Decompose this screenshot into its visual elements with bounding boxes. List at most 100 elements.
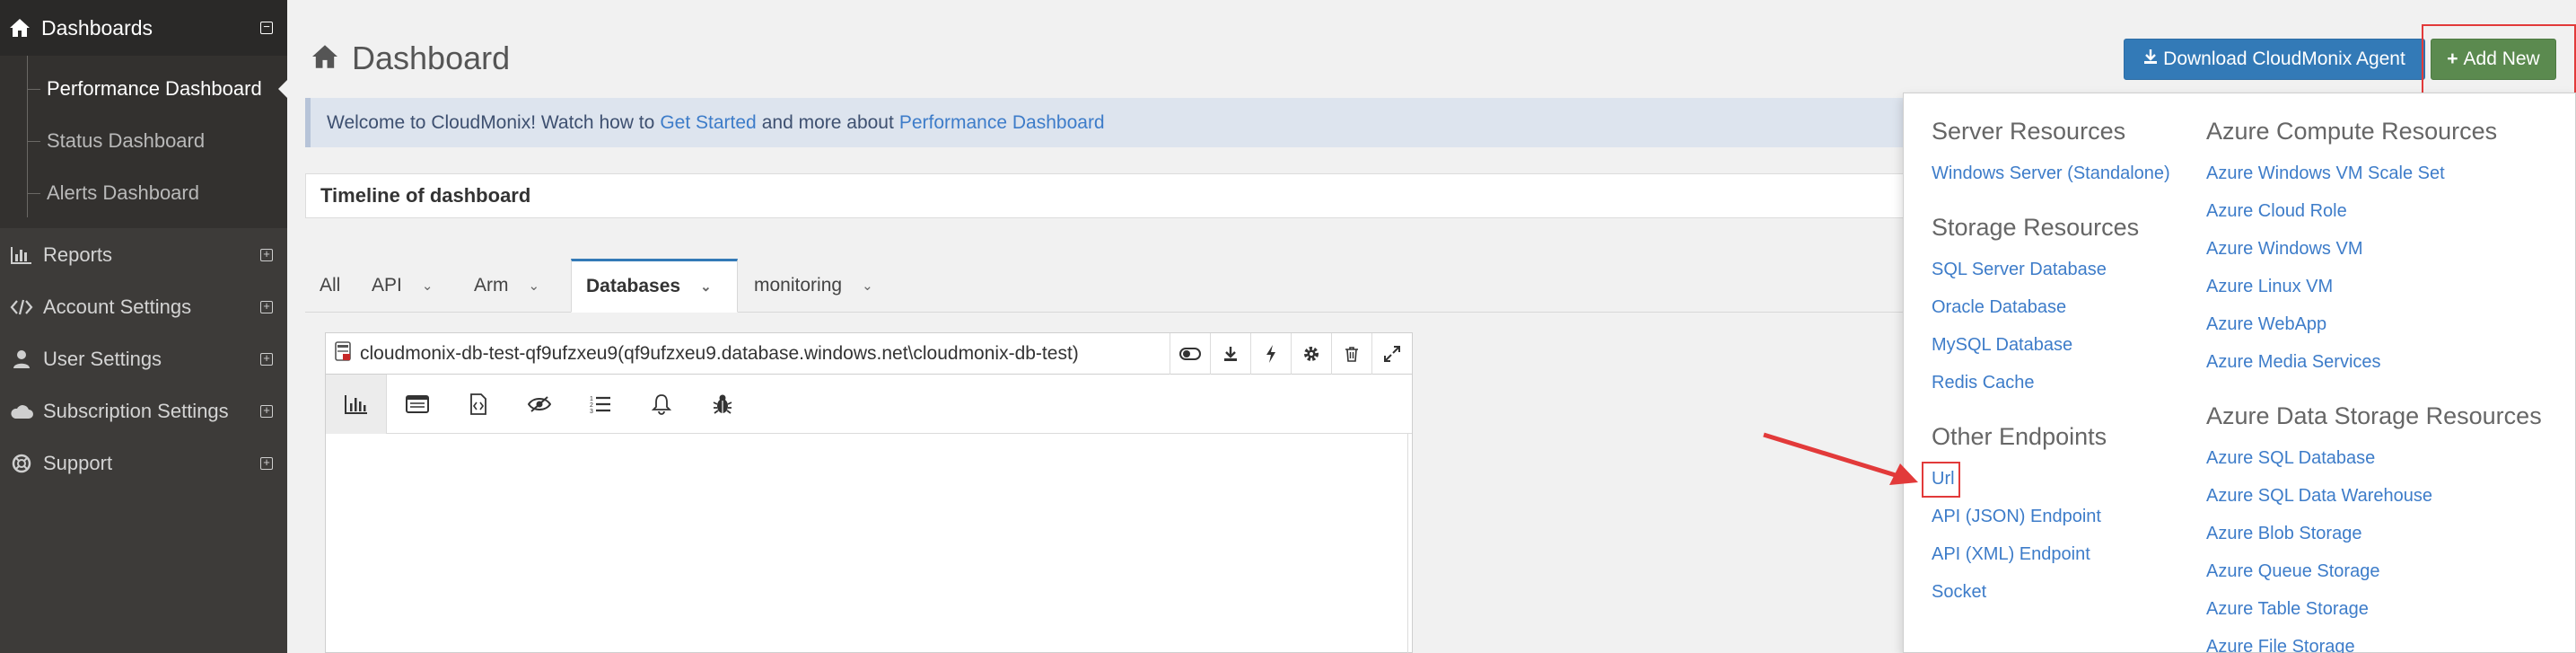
widget-view-tabs: 123 — [326, 375, 1412, 434]
sidebar-header-label: Dashboards — [41, 15, 153, 40]
menu-item-azure-blob-storage[interactable]: Azure Blob Storage — [2206, 524, 2361, 544]
tab-label: monitoring — [754, 275, 843, 296]
add-new-dropdown: Server Resources Windows Server (Standal… — [1903, 93, 2576, 653]
tab-api[interactable]: API ⌄ — [372, 259, 433, 313]
server-resources-heading: Server Resources — [1932, 118, 2126, 145]
menu-item-sql-server-database[interactable]: SQL Server Database — [1932, 260, 2107, 280]
database-icon — [335, 341, 351, 366]
tree-tick — [28, 141, 40, 142]
bolt-icon[interactable] — [1250, 333, 1291, 375]
menu-item-azure-windows-vm[interactable]: Azure Windows VM — [2206, 239, 2363, 260]
highlight-box-add-new — [2422, 24, 2576, 101]
menu-item-azure-file-storage[interactable]: Azure File Storage — [2206, 637, 2355, 653]
download-icon[interactable] — [1210, 333, 1250, 375]
sidebar-item-status-dashboard[interactable]: Status Dashboard — [47, 129, 205, 153]
welcome-banner: Welcome to CloudMonix! Watch how to Get … — [305, 98, 1912, 147]
chevron-down-icon[interactable]: ⌄ — [700, 278, 712, 295]
sidebar-item-subscription-settings[interactable]: Subscription Settings + — [0, 393, 287, 429]
bug-icon[interactable] — [692, 375, 753, 434]
sidebar-item-label: Reports — [43, 243, 113, 266]
download-agent-button[interactable]: Download CloudMonix Agent — [2124, 39, 2425, 80]
collapse-icon[interactable]: − — [260, 21, 273, 34]
sidebar-item-dashboards[interactable]: Dashboards − — [0, 0, 287, 56]
tab-label: Databases — [586, 276, 681, 296]
menu-item-redis-cache[interactable]: Redis Cache — [1932, 373, 2035, 393]
menu-item-azure-linux-vm[interactable]: Azure Linux VM — [2206, 277, 2333, 297]
user-icon — [9, 349, 34, 369]
expand-icon[interactable]: + — [260, 404, 273, 418]
menu-item-azure-sql-database[interactable]: Azure SQL Database — [2206, 448, 2375, 469]
menu-item-azure-table-storage[interactable]: Azure Table Storage — [2206, 599, 2369, 620]
sidebar-item-performance-dashboard[interactable]: Performance Dashboard — [47, 77, 262, 101]
home-icon — [7, 18, 32, 38]
annotation-arrow-icon — [1763, 432, 1918, 485]
welcome-text: Welcome to CloudMonix! Watch how to — [327, 111, 655, 133]
menu-item-azure-cloud-role[interactable]: Azure Cloud Role — [2206, 201, 2347, 222]
page-title-text: Dashboard — [352, 40, 511, 76]
performance-dashboard-link[interactable]: Performance Dashboard — [899, 112, 1105, 134]
sidebar-item-reports[interactable]: Reports + — [0, 237, 287, 273]
menu-item-oracle-database[interactable]: Oracle Database — [1932, 297, 2066, 318]
menu-item-api-xml-endpoint[interactable]: API (XML) Endpoint — [1932, 544, 2090, 565]
svg-text:1: 1 — [590, 396, 593, 402]
expand-icon[interactable] — [1371, 333, 1412, 375]
chevron-down-icon[interactable]: ⌄ — [529, 278, 540, 294]
lifebuoy-icon — [9, 454, 34, 473]
sidebar-item-label: Account Settings — [43, 296, 192, 318]
code-icon — [9, 298, 34, 316]
expand-icon[interactable]: + — [260, 352, 273, 366]
menu-item-windows-server[interactable]: Windows Server (Standalone) — [1932, 163, 2170, 184]
sidebar-item-label: Subscription Settings — [43, 400, 229, 422]
tree-tick — [28, 89, 40, 90]
download-agent-label: Download CloudMonix Agent — [2163, 49, 2405, 69]
get-started-link[interactable]: Get Started — [660, 112, 756, 134]
tab-arm[interactable]: Arm ⌄ — [474, 259, 539, 313]
menu-item-azure-media-services[interactable]: Azure Media Services — [2206, 352, 2381, 373]
sidebar-item-account-settings[interactable]: Account Settings + — [0, 289, 287, 325]
tab-bar: All API ⌄ Arm ⌄ Databases ⌄ monitoring ⌄ — [305, 259, 1912, 313]
sidebar-item-alerts-dashboard[interactable]: Alerts Dashboard — [47, 181, 199, 205]
menu-item-azure-sql-data-warehouse[interactable]: Azure SQL Data Warehouse — [2206, 486, 2432, 507]
menu-item-api-json-endpoint[interactable]: API (JSON) Endpoint — [1932, 507, 2101, 527]
cloud-icon — [9, 403, 34, 419]
sidebar-item-user-settings[interactable]: User Settings + — [0, 341, 287, 377]
tab-all[interactable]: All — [320, 259, 340, 313]
timeline-header[interactable]: Timeline of dashboard — [305, 173, 1912, 218]
toggle-icon[interactable] — [1170, 333, 1210, 375]
chevron-down-icon[interactable]: ⌄ — [862, 278, 873, 294]
bell-icon[interactable] — [631, 375, 692, 434]
tab-monitoring[interactable]: monitoring ⌄ — [754, 259, 873, 313]
widget-divider — [1407, 434, 1408, 653]
expand-icon[interactable]: + — [260, 248, 273, 261]
timeline-title: Timeline of dashboard — [320, 184, 531, 207]
sidebar-item-label: User Settings — [43, 348, 162, 370]
chevron-down-icon[interactable]: ⌄ — [422, 278, 434, 294]
list-icon[interactable]: 123 — [570, 375, 631, 434]
bar-chart-icon — [9, 246, 34, 264]
storage-resources-heading: Storage Resources — [1932, 214, 2140, 241]
home-icon — [311, 40, 339, 77]
expand-icon[interactable]: + — [260, 456, 273, 470]
gear-icon[interactable] — [1291, 333, 1331, 375]
widget-toolbar — [1170, 333, 1412, 375]
sidebar-item-support[interactable]: Support + — [0, 446, 287, 481]
widget-header: cloudmonix-db-test-qf9ufzxeu9(qf9ufzxeu9… — [326, 333, 1412, 375]
table-view-icon[interactable] — [387, 375, 448, 434]
azure-data-storage-heading: Azure Data Storage Resources — [2206, 402, 2542, 429]
menu-item-azure-queue-storage[interactable]: Azure Queue Storage — [2206, 561, 2379, 582]
menu-item-azure-webapp[interactable]: Azure WebApp — [2206, 314, 2326, 335]
menu-item-mysql-database[interactable]: MySQL Database — [1932, 335, 2072, 356]
tab-databases[interactable]: Databases ⌄ — [571, 259, 738, 313]
azure-compute-heading: Azure Compute Resources — [2206, 118, 2498, 145]
expand-icon[interactable]: + — [260, 300, 273, 313]
welcome-text-middle: and more about — [761, 111, 894, 133]
chart-view-icon[interactable] — [326, 375, 387, 434]
page-title: Dashboard — [311, 40, 510, 77]
menu-item-azure-vm-scale-set[interactable]: Azure Windows VM Scale Set — [2206, 163, 2445, 184]
widget-title: cloudmonix-db-test-qf9ufzxeu9(qf9ufzxeu9… — [360, 342, 1079, 364]
code-file-icon[interactable] — [448, 375, 509, 434]
tree-tick — [28, 193, 40, 194]
trash-icon[interactable] — [1331, 333, 1371, 375]
menu-item-socket[interactable]: Socket — [1932, 582, 1986, 603]
eye-slash-icon[interactable] — [509, 375, 570, 434]
